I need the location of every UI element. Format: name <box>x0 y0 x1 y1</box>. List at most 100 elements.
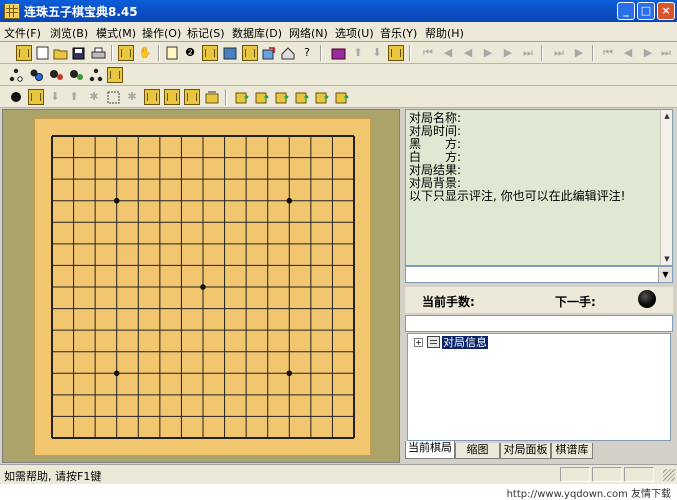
new-file-icon[interactable] <box>34 45 50 61</box>
export-image-icon[interactable] <box>274 89 290 105</box>
title-bar: 连珠五子棋宝典8.45 _ □ × <box>0 0 677 22</box>
status-cell <box>560 467 590 482</box>
select-area-icon[interactable] <box>105 89 121 105</box>
home-icon[interactable] <box>280 45 296 61</box>
export-html-icon[interactable] <box>314 89 330 105</box>
status-help-text: 如需帮助, 请按F1键 <box>4 470 102 483</box>
tab-current-game[interactable]: 当前棋局 <box>405 441 455 459</box>
print-icon[interactable] <box>90 45 106 61</box>
toolbar-separator <box>111 45 113 61</box>
back-icon[interactable]: ◀ <box>460 45 476 61</box>
player-mode-icon[interactable] <box>28 67 44 83</box>
star-point <box>286 197 293 204</box>
star-board-icon[interactable] <box>388 45 404 61</box>
next-black-stone-icon <box>638 290 656 308</box>
chevron-down-icon[interactable]: ▼ <box>658 267 672 282</box>
open-folder-icon[interactable] <box>52 45 68 61</box>
menu-help[interactable]: 帮助(H) <box>425 25 464 41</box>
rotate-icon[interactable] <box>184 89 200 105</box>
three-stones-icon[interactable] <box>88 67 104 83</box>
menu-network[interactable]: 网络(N) <box>289 25 328 41</box>
numbered-stones-icon[interactable]: ❷ <box>182 45 198 61</box>
transform-icon[interactable] <box>204 89 220 105</box>
grid-icon[interactable] <box>202 45 218 61</box>
main-toolbar: ✋ ❷ ? ⬆ ⬇ ⏮ ◀ ◀ ▶ ▶ ⏭ ⏭ ▶ ⏮ ◀ ▶ ⏭ <box>0 42 677 64</box>
branch-prev-icon[interactable]: ◀ <box>620 45 636 61</box>
export-board-icon[interactable] <box>234 89 250 105</box>
menu-browse[interactable]: 浏览(B) <box>50 25 88 41</box>
board-grid[interactable] <box>35 119 372 457</box>
menu-bar: 文件(F) 浏览(B) 模式(M) 操作(O) 标记(S) 数据库(D) 网络(… <box>0 22 677 42</box>
next-move-icon[interactable]: ▶ <box>500 45 516 61</box>
export-record-icon[interactable] <box>254 89 270 105</box>
prev-move-icon[interactable]: ◀ <box>440 45 456 61</box>
edit-toolbar: ⬇ ⬆ ✱ ✱ <box>0 86 677 108</box>
clear-icon[interactable]: ✱ <box>86 89 102 105</box>
board-view-icon[interactable] <box>222 45 238 61</box>
flip-h-icon[interactable] <box>144 89 160 105</box>
help-icon[interactable]: ? <box>299 45 315 61</box>
tree-mode-icon[interactable] <box>8 67 24 83</box>
flip-v-icon[interactable] <box>164 89 180 105</box>
board-edit-icon[interactable] <box>118 45 134 61</box>
first-move-icon[interactable]: ⏮ <box>420 45 436 61</box>
toolbar-separator <box>225 89 227 105</box>
variation-last-icon[interactable]: ⏭ <box>551 45 567 61</box>
arrow-up-gray-icon[interactable]: ⬆ <box>66 89 82 105</box>
menu-mark[interactable]: 标记(S) <box>187 25 225 41</box>
arrow-down-gray-icon[interactable]: ⬇ <box>47 89 63 105</box>
document-icon[interactable] <box>164 45 180 61</box>
board-mode-icon[interactable] <box>107 67 123 83</box>
menu-music[interactable]: 音乐(Y) <box>380 25 417 41</box>
export-text-icon[interactable] <box>294 89 310 105</box>
last-move-icon[interactable]: ⏭ <box>520 45 536 61</box>
ai-mode-icon[interactable] <box>68 67 84 83</box>
menu-mode[interactable]: 模式(M) <box>96 25 136 41</box>
menu-file[interactable]: 文件(F) <box>4 25 41 41</box>
move-stones-icon[interactable]: ✱ <box>124 89 140 105</box>
new-board-icon[interactable] <box>16 45 32 61</box>
branch-last-icon[interactable]: ⏭ <box>658 45 674 61</box>
menu-options[interactable]: 选项(U) <box>335 25 374 41</box>
variation-combo[interactable]: ▼ <box>405 266 673 283</box>
current-moves-label: 当前手数: <box>422 295 475 309</box>
tab-game-panel[interactable]: 对局面板 <box>500 443 551 459</box>
place-stone-icon[interactable] <box>28 89 44 105</box>
save-icon[interactable] <box>70 45 86 61</box>
star-point <box>286 370 293 377</box>
compare-board-icon[interactable] <box>242 45 258 61</box>
info-scrollbar[interactable]: ▲ ▼ <box>660 110 672 265</box>
export-db-icon[interactable] <box>334 89 350 105</box>
tab-record-library[interactable]: 棋谱库 <box>551 443 593 459</box>
app-board-icon[interactable] <box>4 3 20 19</box>
tree-node-game-info[interactable]: 对局信息 <box>442 336 488 349</box>
scroll-down-icon[interactable]: ▼ <box>662 254 672 264</box>
close-button[interactable]: × <box>657 2 675 20</box>
window-title: 连珠五子棋宝典8.45 <box>24 5 138 19</box>
book-icon[interactable] <box>330 45 346 61</box>
arrow-down-icon[interactable]: ⬇ <box>369 45 385 61</box>
record-tree[interactable]: + 对局信息 <box>407 333 671 441</box>
maximize-button[interactable]: □ <box>637 2 655 20</box>
gomoku-board[interactable] <box>34 118 371 456</box>
black-stone-icon[interactable] <box>8 89 24 105</box>
branch-next-icon[interactable]: ▶ <box>640 45 656 61</box>
menu-operate[interactable]: 操作(O) <box>142 25 181 41</box>
menu-database[interactable]: 数据库(D) <box>232 25 282 41</box>
move-input-field[interactable] <box>405 315 673 332</box>
analysis-mode-icon[interactable] <box>48 67 64 83</box>
forward-icon[interactable]: ▶ <box>480 45 496 61</box>
tab-thumbnail[interactable]: 缩图 <box>455 443 500 459</box>
arrow-up-icon[interactable]: ⬆ <box>350 45 366 61</box>
export-icon[interactable] <box>261 45 277 61</box>
toolbar-separator <box>541 45 543 61</box>
game-info-panel[interactable]: 对局名称: 对局时间: 黑 方: 白 方: 对局结果: 对局背景: 以下只显示评… <box>405 109 673 266</box>
scroll-up-icon[interactable]: ▲ <box>662 111 672 121</box>
minimize-button[interactable]: _ <box>617 2 635 20</box>
hand-icon[interactable]: ✋ <box>137 45 153 61</box>
expand-icon[interactable]: + <box>414 338 423 347</box>
branch-first-icon[interactable]: ⏮ <box>600 45 616 61</box>
resize-grip-icon[interactable] <box>663 469 675 481</box>
move-status-row: 当前手数: 下一手: <box>405 287 673 313</box>
variation-next-icon[interactable]: ▶ <box>571 45 587 61</box>
